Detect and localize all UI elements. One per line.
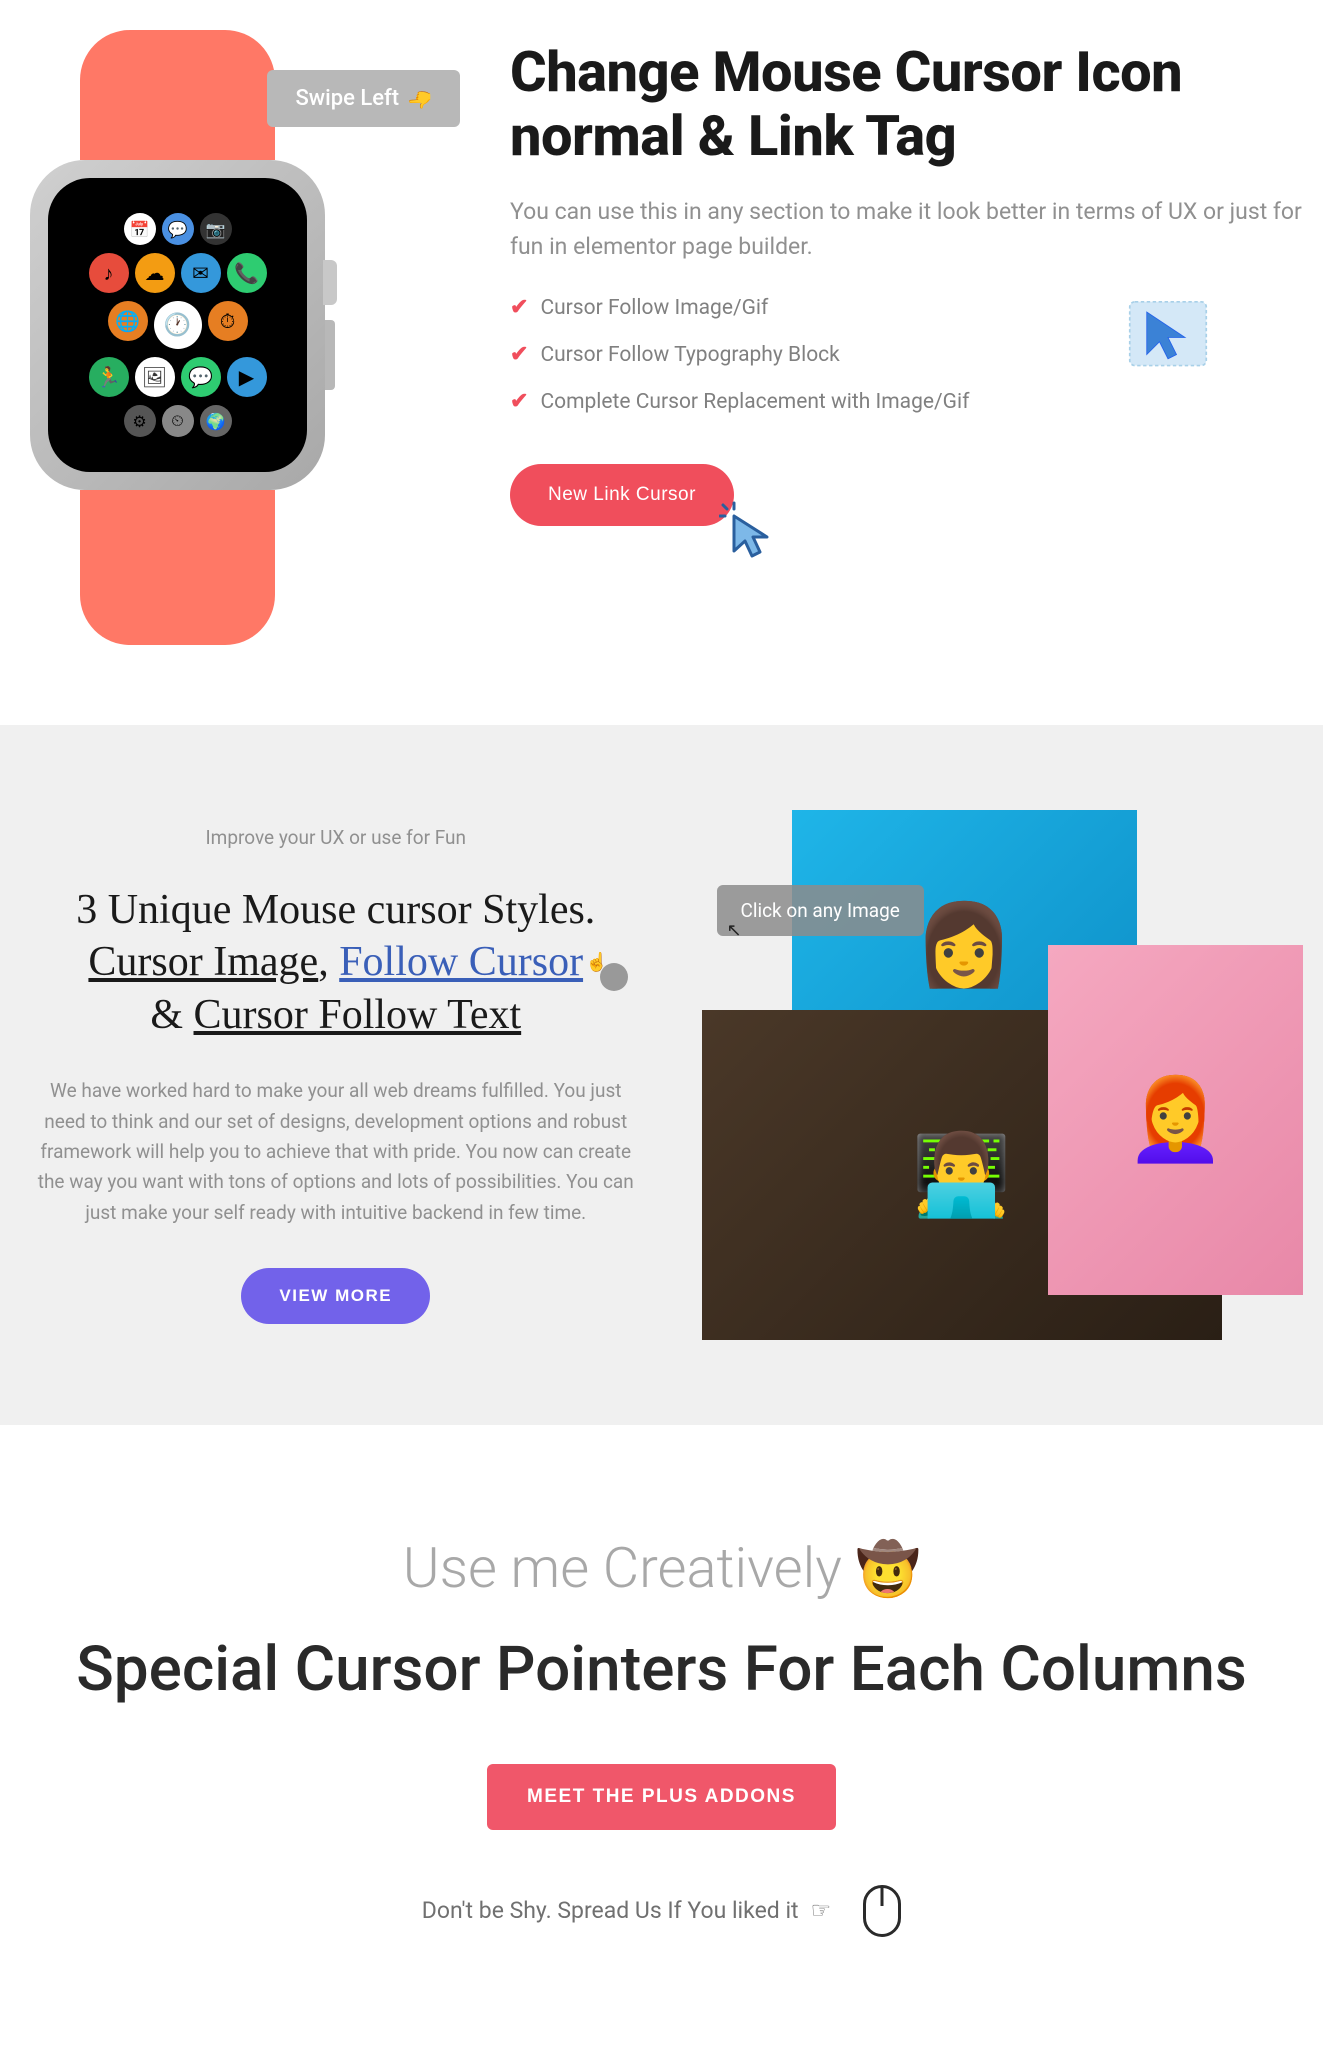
styles-images: Click on any Image ↖ 👩 👨‍💻 👩‍🦰	[692, 810, 1304, 1340]
watch-column: Swipe Left 👈 📅 💬 📷 ♪ ☁ ✉	[20, 30, 460, 645]
swipe-left-label: Swipe Left	[295, 86, 399, 111]
styles-content: Improve your UX or use for Fun 3 Unique …	[20, 826, 652, 1324]
feature-item: ✔ Complete Cursor Replacement with Image/…	[510, 389, 1303, 414]
styles-section: Improve your UX or use for Fun 3 Unique …	[0, 725, 1323, 1425]
cursor-click-icon	[719, 501, 779, 561]
title-sep: ,	[318, 939, 339, 985]
title-underline-2: Cursor Follow Text	[194, 992, 522, 1038]
app-icon: 🖼	[135, 357, 175, 397]
pointing-hand-icon: 👈	[407, 87, 432, 111]
spread-text: Don't be Shy. Spread Us If You liked it	[422, 1897, 799, 1924]
feature-text: Cursor Follow Typography Block	[540, 343, 839, 367]
hero-title: Change Mouse Cursor Icon normal & Link T…	[510, 40, 1303, 169]
mouse-icon	[863, 1885, 901, 1937]
cursor-dot-icon	[600, 963, 628, 991]
creative-subtitle: Use me Creatively 🤠	[20, 1535, 1303, 1601]
app-icon: ☁	[135, 253, 175, 293]
app-icon: 💬	[162, 213, 194, 245]
view-more-button[interactable]: VIEW MORE	[241, 1268, 430, 1324]
app-icon: 💬	[181, 357, 221, 397]
creative-title: Special Cursor Pointers For Each Columns	[20, 1631, 1303, 1709]
hero-subtitle: You can use this in any section to make …	[510, 194, 1303, 265]
watch-band-bottom	[80, 490, 275, 645]
watch-side-button	[325, 320, 335, 390]
hero-section: Swipe Left 👈 📅 💬 📷 ♪ ☁ ✉	[0, 0, 1323, 725]
hero-button-row: New Link Cursor	[510, 464, 734, 526]
follow-cursor-link[interactable]: Follow Cursor	[339, 939, 583, 985]
meet-addons-button[interactable]: MEET THE PLUS ADDONS	[487, 1764, 836, 1830]
click-image-badge: Click on any Image	[717, 885, 924, 936]
creative-subtitle-text: Use me Creatively	[403, 1535, 856, 1601]
title-sep2: &	[150, 992, 193, 1038]
app-icon: ✉	[181, 253, 221, 293]
creative-section: Use me Creatively 🤠 Special Cursor Point…	[0, 1425, 1323, 1997]
check-icon: ✔	[510, 342, 528, 367]
title-underline-1: Cursor Image	[88, 939, 318, 985]
app-icon: 📞	[227, 253, 267, 293]
watch-screen: 📅 💬 📷 ♪ ☁ ✉ 📞 🌐 🕐 ⏱	[48, 178, 307, 472]
title-line1: 3 Unique Mouse cursor Styles.	[76, 887, 595, 933]
feature-text: Cursor Follow Image/Gif	[540, 296, 768, 320]
app-icon: ♪	[89, 253, 129, 293]
check-icon: ✔	[510, 295, 528, 320]
app-icon: 📅	[124, 213, 156, 245]
cursor-large-icon	[1123, 295, 1213, 380]
spread-row: Don't be Shy. Spread Us If You liked it …	[20, 1885, 1303, 1937]
watch-crown	[323, 260, 337, 305]
app-icon: 🌐	[108, 301, 148, 341]
watch-band-top	[80, 30, 275, 160]
arrow-pointer-icon: ↖	[727, 920, 742, 941]
hero-content: Change Mouse Cursor Icon normal & Link T…	[510, 30, 1303, 645]
hand-point-right-icon: ☞	[811, 1897, 832, 1924]
new-link-cursor-button[interactable]: New Link Cursor	[510, 464, 734, 526]
app-icon: ⏲	[162, 405, 194, 437]
app-icon: ⚙	[124, 405, 156, 437]
styles-title: 3 Unique Mouse cursor Styles. Cursor Ima…	[30, 884, 642, 1042]
gallery-image-3[interactable]: 👩‍🦰	[1048, 945, 1303, 1295]
feature-block: ✔ Cursor Follow Image/Gif ✔ Cursor Follow …	[510, 295, 1303, 414]
app-icon: 📷	[200, 213, 232, 245]
watch-body: 📅 💬 📷 ♪ ☁ ✉ 📞 🌐 🕐 ⏱	[30, 160, 325, 490]
app-icon: 🌍	[200, 405, 232, 437]
styles-paragraph: We have worked hard to make your all web…	[30, 1076, 642, 1228]
app-icon: ▶	[227, 357, 267, 397]
check-icon: ✔	[510, 389, 528, 414]
cowboy-emoji-icon: 🤠	[856, 1539, 921, 1600]
clock-app-icon: 🕐	[154, 301, 202, 349]
feature-text: Complete Cursor Replacement with Image/G…	[540, 390, 969, 414]
app-icon: ⏱	[208, 301, 248, 341]
styles-eyebrow: Improve your UX or use for Fun	[30, 826, 642, 849]
swipe-left-badge: Swipe Left 👈	[267, 70, 460, 127]
app-icon: 🏃	[89, 357, 129, 397]
